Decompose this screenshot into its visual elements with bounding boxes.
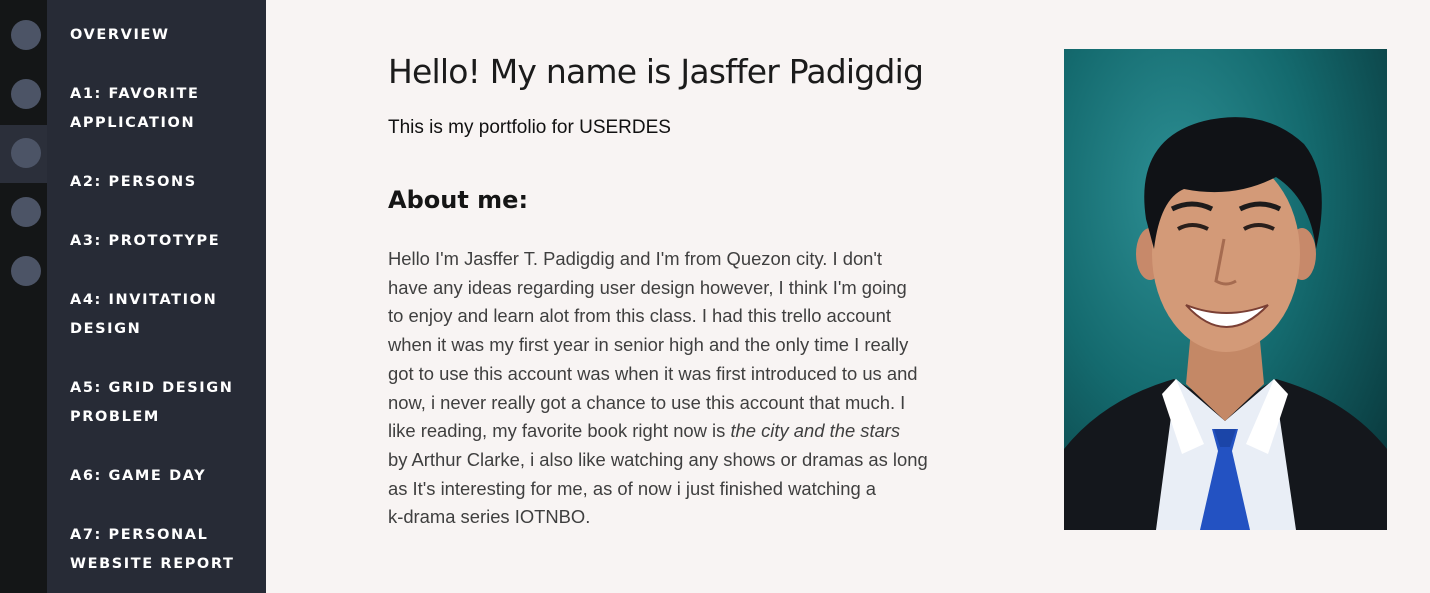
sidebar-nav: OVERVIEW A1: FAVORITE APPLICATION A2: PE… [47,0,266,593]
nav-item-a2-persons[interactable]: A2: PERSONS [70,168,260,197]
bio-line: now, i never really got a chance to use … [388,391,906,413]
bio-line: Hello I'm Jasffer T. Padigdig and I'm fr… [388,248,883,269]
bio-line: as It's interesting for me, as of now i … [388,477,877,499]
bio-line: have any ideas regarding user design how… [388,276,907,298]
nav-item-a5-grid-design-problem[interactable]: A5: GRID DESIGN PROBLEM [70,374,260,431]
page-title: Hello! My name is Jasffer Padigdig [388,52,924,91]
bio-line: k-drama series IOTNBO. [388,506,591,528]
section-dot-4[interactable] [11,197,41,227]
nav-item-a1-favorite-application[interactable]: A1: FAVORITE APPLICATION [70,80,260,137]
page-subtitle: This is my portfolio for USERDES [388,117,671,138]
profile-portrait-illustration [1064,117,1387,530]
section-dot-5[interactable] [11,256,41,286]
section-dot-rail [0,0,47,593]
nav-item-a4-invitation-design[interactable]: A4: INVITATION DESIGN [70,286,260,343]
section-dot-2[interactable] [11,79,41,109]
bio-line: by Arthur Clarke, i also like watching a… [388,448,928,470]
nav-item-a6-game-day[interactable]: A6: GAME DAY [70,462,260,491]
favorite-book-title: the city and the stars [730,420,901,442]
about-paragraph: Hello I'm Jasffer T. Padigdig and I'm fr… [388,245,948,532]
bio-line: to enjoy and learn alot from this class.… [388,305,891,327]
bio-line: when it was my first year in senior high… [388,334,909,356]
section-dot-1[interactable] [11,20,41,50]
profile-photo [1064,49,1387,530]
nav-item-a3-prototype[interactable]: A3: PROTOTYPE [70,227,260,256]
nav-item-overview[interactable]: OVERVIEW [70,21,260,50]
bio-line: got to use this account was when it was … [388,362,918,384]
bio-line: like reading, my favorite book right now… [388,417,948,446]
bio-text: like reading, my favorite book right now… [388,420,731,442]
nav-item-a7-personal-website-report[interactable]: A7: PERSONAL WEBSITE REPORT [70,521,260,578]
section-dot-3[interactable] [11,138,41,168]
about-heading: About me: [388,186,529,214]
